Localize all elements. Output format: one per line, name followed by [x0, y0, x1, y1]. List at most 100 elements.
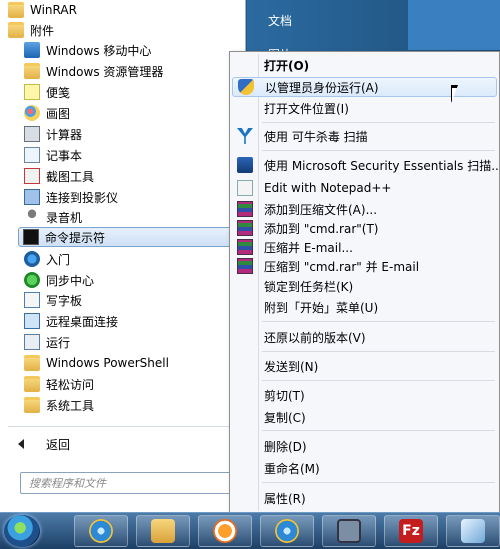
menu-item-add-archive[interactable]: 添加到压缩文件(A)... [232, 199, 497, 219]
folder-icon [8, 2, 24, 18]
taskbar-button-ie-2[interactable] [260, 515, 314, 547]
program-projector[interactable]: 连接到投影仪 [24, 187, 118, 207]
program-label: 录音机 [46, 210, 83, 225]
program-ease-of-access[interactable]: 轻松访问 [24, 374, 94, 394]
snipping-tool-icon [24, 168, 40, 184]
program-winrar[interactable]: WinRAR [8, 0, 77, 20]
start-button[interactable] [4, 515, 40, 547]
search-placeholder: 搜索程序和文件 [29, 477, 106, 490]
program-label: 截图工具 [46, 169, 95, 184]
divider [8, 426, 238, 427]
program-powershell[interactable]: Windows PowerShell [24, 353, 169, 373]
back-button[interactable]: 返回 [18, 436, 70, 452]
projector-icon [24, 189, 40, 205]
menu-separator [262, 482, 495, 483]
menu-item-label: 锁定到任务栏(K) [264, 279, 354, 294]
menu-item-label: 打开(O) [264, 58, 310, 73]
search-input[interactable]: 搜索程序和文件 [20, 472, 236, 494]
menu-item-copy[interactable]: 复制(C) [232, 407, 497, 427]
program-explorer[interactable]: Windows 资源管理器 [24, 61, 163, 81]
menu-item-label: 附到「开始」菜单(U) [264, 300, 379, 315]
window-glass-icon [461, 519, 485, 543]
program-snipping-tool[interactable]: 截图工具 [24, 166, 94, 186]
winrar-icon [237, 220, 253, 236]
program-wordpad[interactable]: 写字板 [24, 290, 82, 310]
program-label: Windows 资源管理器 [46, 64, 164, 79]
winrar-icon [237, 258, 253, 274]
program-label: 系统工具 [46, 398, 95, 413]
menu-item-rename[interactable]: 重命名(M) [232, 458, 497, 478]
program-getting-started[interactable]: 入门 [24, 249, 70, 269]
folder-icon [24, 397, 40, 413]
menu-item-label: 发送到(N) [264, 359, 319, 374]
program-calculator[interactable]: 计算器 [24, 124, 82, 144]
program-label: 同步中心 [46, 273, 95, 288]
program-label: 记事本 [46, 148, 83, 163]
right-link-documents[interactable]: 文档 [268, 12, 292, 29]
back-arrow-icon [18, 439, 24, 449]
menu-item-notepadpp[interactable]: Edit with Notepad++ [232, 178, 497, 198]
program-label: 计算器 [46, 127, 83, 142]
program-notepad[interactable]: 记事本 [24, 145, 82, 165]
program-sound-recorder[interactable]: 录音机 [24, 207, 82, 227]
menu-separator [262, 430, 495, 431]
winrar-icon [237, 201, 253, 217]
paint-icon [24, 105, 40, 121]
getting-started-icon [24, 251, 40, 267]
program-label: Windows 移动中心 [46, 43, 152, 58]
program-sticky-notes[interactable]: 便笺 [24, 82, 70, 102]
back-label: 返回 [46, 437, 71, 452]
program-command-prompt[interactable]: 命令提示符 [18, 227, 240, 247]
menu-item-label: 使用 可牛杀毒 扫描 [264, 129, 368, 144]
filezilla-icon: Fz [399, 519, 423, 543]
program-label: 便笺 [46, 85, 71, 100]
sound-recorder-icon [24, 209, 40, 225]
menu-item-keniu-scan[interactable]: 使用 可牛杀毒 扫描 [232, 126, 497, 146]
media-player-icon [213, 519, 237, 543]
menu-item-open[interactable]: 打开(O) [232, 55, 497, 75]
program-accessories[interactable]: 附件 [8, 20, 54, 40]
menu-item-delete[interactable]: 删除(D) [232, 436, 497, 456]
program-sync-center[interactable]: 同步中心 [24, 270, 94, 290]
taskbar-button-window[interactable] [446, 515, 500, 547]
wordpad-icon [24, 292, 40, 308]
taskbar-button-explorer[interactable] [136, 515, 190, 547]
program-label: WinRAR [30, 3, 77, 17]
menu-item-pin-start[interactable]: 附到「开始」菜单(U) [232, 297, 497, 317]
menu-item-label: 重命名(M) [264, 461, 320, 476]
folder-icon [24, 376, 40, 392]
menu-item-send-to[interactable]: 发送到(N) [232, 356, 497, 376]
start-menu-program-list: WinRAR 附件 Windows 移动中心 Windows 资源管理器 便笺 … [0, 0, 246, 512]
menu-item-restore-versions[interactable]: 还原以前的版本(V) [232, 327, 497, 347]
winrar-icon [237, 239, 253, 255]
menu-item-label: 剪切(T) [264, 388, 305, 403]
program-mobility-center[interactable]: Windows 移动中心 [24, 40, 151, 60]
taskbar-button-ie[interactable] [74, 515, 128, 547]
menu-item-label: 还原以前的版本(V) [264, 330, 366, 345]
menu-item-cut[interactable]: 剪切(T) [232, 385, 497, 405]
menu-item-compress-cmd-email[interactable]: 压缩到 "cmd.rar" 并 E-mail [232, 256, 497, 276]
menu-item-label: 复制(C) [264, 410, 306, 425]
menu-item-label: 打开文件位置(I) [264, 101, 349, 116]
program-label: 连接到投影仪 [46, 190, 119, 205]
program-paint[interactable]: 画图 [24, 103, 70, 123]
keniu-antivirus-icon [237, 128, 253, 144]
menu-separator [262, 150, 495, 151]
menu-item-add-to-cmd-rar[interactable]: 添加到 "cmd.rar"(T) [232, 218, 497, 238]
program-label: 远程桌面连接 [46, 314, 119, 329]
program-remote-desktop[interactable]: 远程桌面连接 [24, 311, 118, 331]
program-label: 运行 [46, 335, 71, 350]
taskbar-button-camera[interactable] [322, 515, 376, 547]
menu-item-properties[interactable]: 属性(R) [232, 488, 497, 508]
program-label: 附件 [30, 23, 55, 38]
program-system-tools[interactable]: 系统工具 [24, 395, 94, 415]
menu-item-label: 使用 Microsoft Security Essentials 扫描... [264, 158, 500, 173]
menu-item-label: 压缩到 "cmd.rar" 并 E-mail [264, 259, 420, 274]
mouse-cursor-fill [452, 88, 457, 101]
menu-item-mse-scan[interactable]: 使用 Microsoft Security Essentials 扫描... [232, 155, 500, 175]
taskbar-button-media[interactable] [198, 515, 252, 547]
menu-item-compress-email[interactable]: 压缩并 E-mail... [232, 237, 497, 257]
program-run[interactable]: 运行 [24, 332, 70, 352]
taskbar-button-filezilla[interactable]: Fz [384, 515, 438, 547]
menu-item-pin-taskbar[interactable]: 锁定到任务栏(K) [232, 276, 497, 296]
